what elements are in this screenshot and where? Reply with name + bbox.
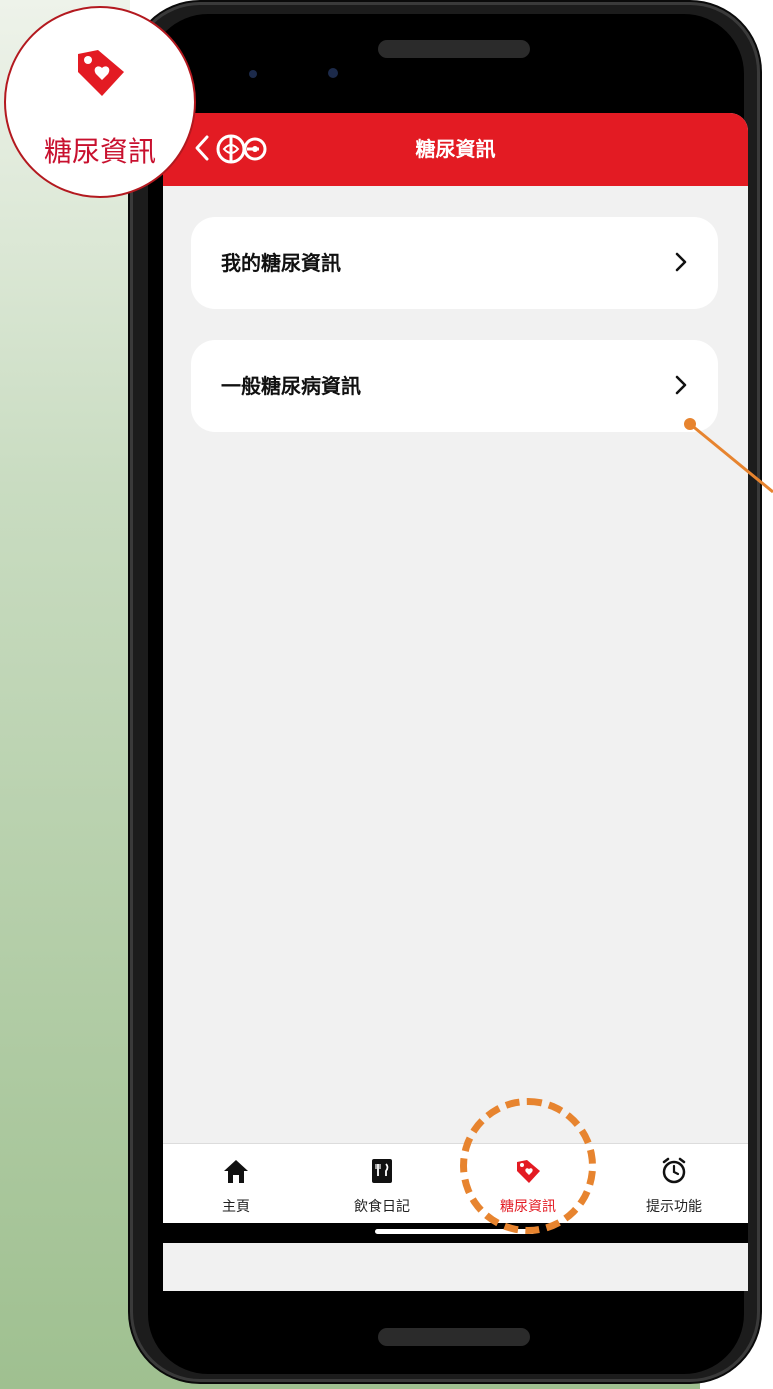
nav-item-label: 主頁: [222, 1199, 250, 1215]
heart-tag-icon: [78, 50, 124, 96]
page-title: 糖尿資訊: [415, 137, 496, 161]
alarm-clock-icon: [662, 1157, 686, 1184]
menu-item-label: 一般糖尿病資訊: [221, 374, 361, 398]
chevron-right-icon: [675, 375, 687, 395]
nav-item-home[interactable]: 主頁: [163, 1144, 309, 1224]
bottom-navigation: 主頁 飲食日記 糖尿資訊 提示功能: [163, 1143, 748, 1224]
nav-item-label: 提示功能: [646, 1199, 702, 1215]
chevron-right-icon: [675, 252, 687, 272]
app-header: 糖尿資訊: [163, 113, 748, 186]
nav-item-reminders[interactable]: 提示功能: [601, 1144, 747, 1224]
home-icon: [224, 1160, 248, 1183]
nav-item-food-diary[interactable]: 飲食日記: [309, 1144, 455, 1224]
phone-speaker-bottom: [378, 1328, 530, 1346]
menu-item-label: 我的糖尿資訊: [221, 251, 341, 275]
phone-sensor: [249, 70, 257, 78]
menu-item-general-diabetes-info[interactable]: 一般糖尿病資訊: [191, 340, 718, 432]
callout-label: 糖尿資訊: [43, 135, 156, 168]
phone-speaker-top: [378, 40, 530, 58]
app-screen: 糖尿資訊 我的糖尿資訊 一般糖尿病資訊 主頁 飲食日記 糖尿資訊 提示功能: [163, 113, 748, 1291]
nav-item-label: 飲食日記: [354, 1199, 410, 1215]
phone-camera: [328, 68, 338, 78]
menu-item-my-diabetes-info[interactable]: 我的糖尿資訊: [191, 217, 718, 309]
food-diary-icon: [372, 1159, 392, 1183]
highlight-ring: [460, 1098, 596, 1234]
callout-circle: 糖尿資訊: [4, 6, 196, 198]
